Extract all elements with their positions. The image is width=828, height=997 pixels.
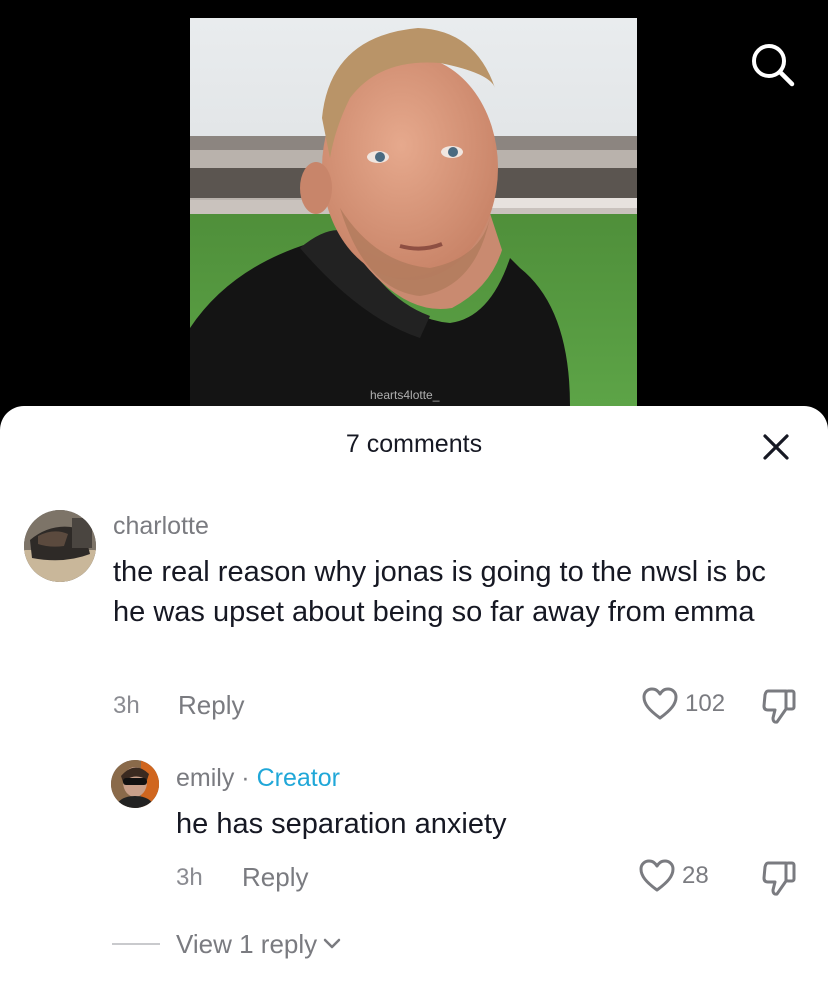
search-button[interactable] xyxy=(748,40,798,90)
comment-username: emily · Creator xyxy=(176,764,340,793)
comment-text: the real reason why jonas is going to th… xyxy=(113,556,766,628)
divider-line xyxy=(112,943,160,945)
username-separator: · xyxy=(234,764,257,792)
like-button[interactable]: 102 xyxy=(641,684,725,724)
chevron-down-icon xyxy=(323,938,341,949)
like-count: 28 xyxy=(682,862,709,889)
comments-sheet: 7 comments charlotte the real reason why… xyxy=(0,406,828,997)
avatar[interactable] xyxy=(111,760,159,808)
video-thumbnail[interactable]: hearts4lotte_ xyxy=(190,18,637,406)
comment-text: he has separation anxiety xyxy=(176,808,507,840)
thumbs-down-icon xyxy=(762,689,796,724)
avatar[interactable] xyxy=(24,510,96,582)
video-area: hearts4lotte_ xyxy=(0,0,828,420)
reply-button[interactable]: Reply xyxy=(178,690,244,721)
comments-header: 7 comments xyxy=(0,406,828,486)
comment-username[interactable]: charlotte xyxy=(113,512,209,541)
like-count: 102 xyxy=(685,690,726,717)
heart-icon xyxy=(639,859,675,892)
view-replies-button[interactable]: View 1 reply xyxy=(112,926,341,962)
video-watermark: hearts4lotte_ xyxy=(370,388,440,402)
reply-button[interactable]: Reply xyxy=(242,862,308,893)
avatar-image xyxy=(111,760,159,808)
comment: charlotte the real reason why jonas is g… xyxy=(0,506,828,731)
comment-reply: emily · Creator he has separation anxiet… xyxy=(0,758,828,908)
video-still xyxy=(190,18,637,406)
heart-icon xyxy=(642,687,678,720)
dislike-button[interactable] xyxy=(760,686,798,726)
comment-timestamp: 3h xyxy=(113,692,140,719)
close-button[interactable] xyxy=(761,432,791,462)
comment-timestamp: 3h xyxy=(176,864,203,891)
dislike-button[interactable] xyxy=(760,858,798,898)
thumbs-down-icon xyxy=(762,861,796,896)
creator-badge: Creator xyxy=(256,764,340,792)
view-replies-label: View 1 reply xyxy=(176,928,318,959)
close-icon xyxy=(763,434,789,460)
reply-username[interactable]: emily xyxy=(176,764,234,792)
search-icon xyxy=(752,44,795,87)
like-button[interactable]: 28 xyxy=(638,856,709,896)
avatar-image xyxy=(24,510,96,582)
comments-count: 7 comments xyxy=(345,430,483,458)
